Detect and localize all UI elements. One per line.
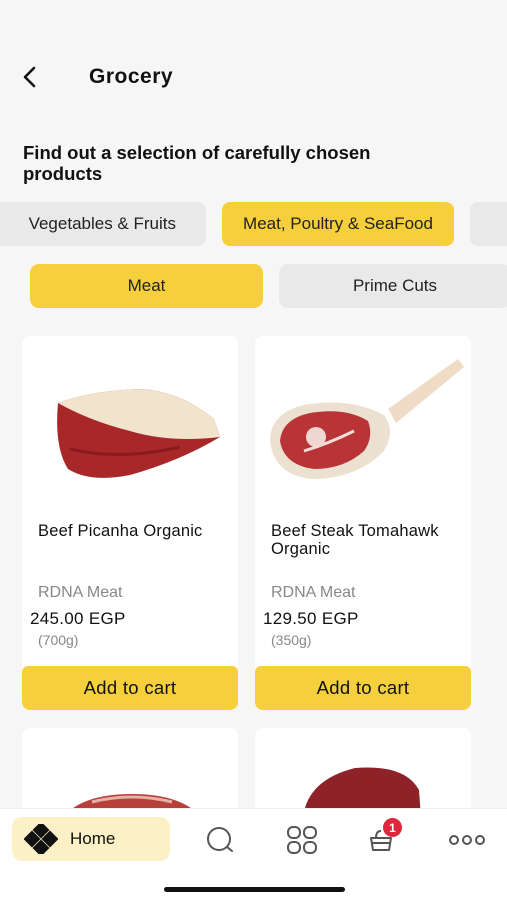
product-card[interactable]: Beef Steak Tomahawk Organic RDNA Meat 12… xyxy=(255,336,471,710)
nav-categories[interactable] xyxy=(285,823,319,857)
categories-icon xyxy=(287,826,317,854)
product-card[interactable]: Beef Picanha Organic RDNA Meat 245.00 EG… xyxy=(22,336,238,710)
product-price: 129.50 EGP xyxy=(263,609,359,628)
category-vegetables-fruits[interactable]: Vegetables & Fruits xyxy=(0,202,206,246)
product-price: 245.00 EGP xyxy=(30,609,126,628)
product-card[interactable] xyxy=(255,728,471,818)
category-label: Vegetables & Fruits xyxy=(28,214,176,233)
subcategory-label: Prime Cuts xyxy=(352,276,438,295)
product-image xyxy=(255,336,471,506)
product-brand: RDNA Meat xyxy=(38,584,123,601)
category-label: Meat, Poultry & SeaFood xyxy=(243,214,433,233)
header: Grocery xyxy=(0,52,507,102)
home-logo-icon xyxy=(24,824,58,854)
subcategory-tabs: Meat Prime Cuts xyxy=(0,264,507,308)
more-icon xyxy=(449,835,485,845)
subcategory-label: Meat xyxy=(127,276,166,295)
nav-home[interactable]: Home xyxy=(12,817,170,861)
subcategory-prime-cuts[interactable]: Prime Cuts xyxy=(279,264,507,308)
product-name: Beef Steak Tomahawk Organic xyxy=(271,522,439,558)
page-title: Grocery xyxy=(89,65,174,88)
back-button[interactable] xyxy=(14,60,46,94)
category-next[interactable] xyxy=(470,202,507,246)
nav-search[interactable] xyxy=(203,823,237,857)
product-image xyxy=(303,767,421,818)
category-meat-poultry-seafood[interactable]: Meat, Poultry & SeaFood xyxy=(222,202,454,246)
product-image xyxy=(22,336,238,506)
add-to-cart-button[interactable]: Add to cart xyxy=(22,666,238,710)
search-icon xyxy=(207,827,233,852)
subcategory-meat[interactable]: Meat xyxy=(30,264,263,308)
cart-badge: 1 xyxy=(383,818,402,837)
product-weight: (700g) xyxy=(38,632,79,648)
back-arrow-icon xyxy=(23,66,36,88)
nav-cart[interactable]: 1 xyxy=(364,818,402,857)
product-brand: RDNA Meat xyxy=(271,584,356,601)
status-bar xyxy=(0,0,507,44)
product-name: Beef Picanha Organic xyxy=(38,522,203,540)
home-indicator xyxy=(164,887,345,892)
nav-home-label: Home xyxy=(70,829,116,848)
category-tabs: Vegetables & Fruits Meat, Poultry & SeaF… xyxy=(0,202,507,246)
product-weight: (350g) xyxy=(271,632,312,648)
product-image xyxy=(62,794,202,818)
add-to-cart-button[interactable]: Add to cart xyxy=(255,666,471,710)
product-card[interactable] xyxy=(22,728,238,818)
nav-more[interactable] xyxy=(447,823,487,857)
intro-text: Find out a selection of carefully chosen… xyxy=(23,142,371,184)
